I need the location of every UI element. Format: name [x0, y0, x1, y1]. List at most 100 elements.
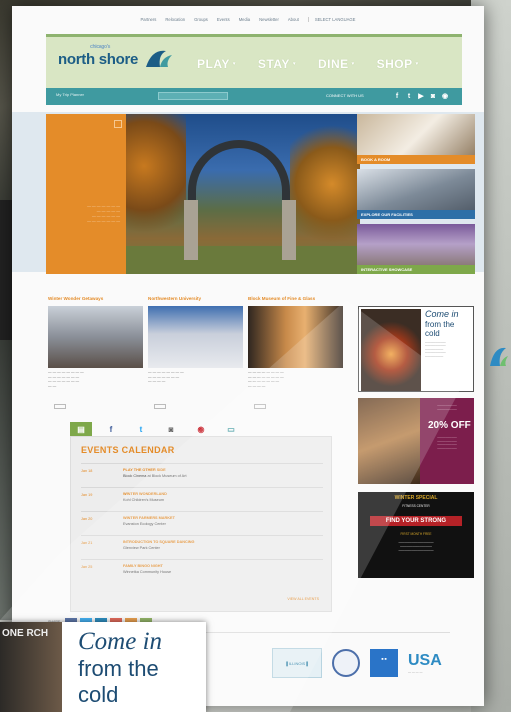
youtube-icon[interactable]: ▶	[416, 91, 426, 101]
more-button-2[interactable]	[154, 404, 166, 409]
chicago-partner-logo[interactable]: ■ ■	[370, 649, 398, 677]
event-name: WINTER FARMERS MARKET	[123, 516, 175, 520]
nav-play-label: PLAY	[197, 57, 230, 71]
ad-hotel-discount[interactable]: ——————— ——————— 20% OFF ——————— ——————— ———…	[358, 398, 474, 484]
event-row[interactable]: Jan 19 WINTER WONDERLAND Kohl Children's…	[81, 487, 323, 509]
event-row[interactable]: Jan 25 FAMILY BINGO NIGHT Winnetka Commu…	[81, 559, 323, 581]
card-facilities-label: EXPLORE OUR FACILITIES	[357, 210, 475, 219]
language-select[interactable]: SELECT LANGUAGE	[307, 16, 355, 22]
view-all-events-link[interactable]: VIEW ALL EVENTS	[287, 597, 319, 601]
hero-caption: — — — — — — — — — — — — — — — — — — — — — —…	[87, 204, 120, 223]
event-name: INTRODUCTION TO SQUARE DANCING	[123, 540, 195, 544]
event-date: Jan 21	[81, 541, 93, 545]
ad1-body: ———————— ———————— ——————— ———————— ———————	[425, 341, 446, 358]
utility-bar: My Trip Planner CONNECT WITH US f t ▶ ◙ …	[46, 88, 462, 105]
wave-logo-icon	[146, 50, 172, 67]
card-book-room[interactable]: BOOK A ROOM	[357, 114, 475, 164]
events-calendar: EVENTS CALENDAR Jan 18 PLAY THE OTHER SI…	[70, 436, 332, 612]
nav-shop-label: SHOP	[376, 57, 413, 71]
feature-image-2[interactable]	[148, 306, 243, 368]
pinterest-icon[interactable]: ◉	[440, 91, 450, 101]
usa-logo-sub: — — — —	[408, 670, 423, 674]
events-title: EVENTS CALENDAR	[81, 445, 175, 455]
twitter-icon[interactable]: t	[404, 91, 414, 101]
search-input[interactable]	[158, 92, 228, 100]
topnav-item-relocation[interactable]: Relocation	[165, 17, 185, 22]
tab-chat[interactable]: ▭	[220, 422, 242, 436]
illinois-logo[interactable]: ▐ ILLINOIS ▌	[272, 648, 322, 678]
event-date: Jan 18	[81, 469, 93, 473]
website-page: Partners Relocation Groups Events Media …	[12, 6, 484, 706]
feature-title-1[interactable]: Winter Wonder Getaways	[48, 296, 103, 301]
ad2-discount: 20% OFF	[428, 420, 471, 431]
tab-facebook[interactable]: f	[100, 422, 122, 436]
tab-pinterest[interactable]: ◉	[190, 422, 212, 436]
tab-instagram[interactable]: ◙	[160, 422, 182, 436]
card-showcase-label: INTERACTIVE SHOWCASE	[357, 265, 475, 274]
hero-caption-panel: — — — — — — — — — — — — — — — — — — — — — —…	[46, 114, 126, 274]
usa-logo[interactable]: USA — — — —	[408, 652, 442, 674]
topnav-item-media[interactable]: Media	[239, 17, 250, 22]
more-button-1[interactable]	[54, 404, 66, 409]
card-showcase[interactable]: INTERACTIVE SHOWCASE	[357, 224, 475, 274]
event-row[interactable]: Jan 18 PLAY THE OTHER SIDE Block Cinema …	[81, 463, 323, 485]
hotel-room-image	[358, 398, 420, 484]
ad3-body: ——————————— —————————— ———————————	[398, 540, 434, 552]
event-date: Jan 19	[81, 493, 93, 497]
tab-calendar[interactable]: ▤	[70, 422, 92, 436]
hero-image[interactable]	[126, 114, 360, 274]
zoom-dark-panel: ONE RCH	[0, 622, 62, 712]
hero-ground	[126, 246, 360, 274]
facebook-icon[interactable]: f	[392, 91, 402, 101]
facebook-icon: f	[109, 424, 113, 434]
header-banner: chicago's north shore PLAY ▾ STAY ▾ DINE ▾ …	[46, 34, 462, 94]
nav-stay[interactable]: STAY ▾	[247, 57, 307, 71]
side-wave-logo-icon	[490, 347, 508, 366]
twitter-icon: t	[139, 424, 143, 434]
ad3-subtitle: FITNESS CENTER	[402, 504, 430, 508]
main-nav: PLAY ▾ STAY ▾ DINE ▾ SHOP ▾	[186, 57, 430, 71]
topnav-item-groups[interactable]: Groups	[194, 17, 208, 22]
connect-label: CONNECT WITH US	[326, 93, 364, 98]
nav-dine[interactable]: DINE ▾	[307, 57, 366, 71]
tab-twitter[interactable]: t	[130, 422, 152, 436]
topnav-item-partners[interactable]: Partners	[141, 17, 157, 22]
ad-come-in-from-cold[interactable]: Come in from the cold ———————— ———————— ——…	[358, 306, 474, 392]
zoom-line-3: cold	[78, 682, 119, 707]
ad1-line-2: from the	[425, 320, 455, 329]
event-place: Evanston Ecology Center	[123, 522, 166, 526]
more-button-3[interactable]	[254, 404, 266, 409]
feature-title-2[interactable]: Northwestern University	[148, 296, 201, 301]
chat-icon: ▭	[227, 424, 235, 434]
logo-name: north shore	[58, 51, 139, 68]
event-row[interactable]: Jan 20 WINTER FARMERS MARKET Evanston Ec…	[81, 511, 323, 533]
nav-dine-label: DINE	[317, 57, 349, 71]
card-book-room-label: BOOK A ROOM	[357, 155, 475, 164]
ad3-headline: WINTER SPECIAL	[394, 495, 438, 501]
feature-image-3[interactable]	[248, 306, 343, 368]
expand-icon[interactable]	[114, 120, 122, 128]
instagram-icon[interactable]: ◙	[428, 91, 438, 101]
ad-fitness-center[interactable]: WINTER SPECIAL FITNESS CENTER FIND YOUR …	[358, 492, 474, 578]
feature-title-3[interactable]: Block Museum of Fine & Glass	[248, 296, 315, 301]
state-seal-icon[interactable]	[332, 649, 360, 677]
nav-play[interactable]: PLAY ▾	[186, 57, 247, 71]
event-place: Winnetka Community House	[123, 570, 172, 574]
event-row[interactable]: Jan 21 INTRODUCTION TO SQUARE DANCING Gl…	[81, 535, 323, 557]
fireplace-image	[361, 309, 421, 391]
topnav-item-newsletter[interactable]: Newsletter	[259, 17, 279, 22]
ad2-top-text: ——————— ———————	[437, 403, 457, 411]
site-logo[interactable]: chicago's north shore	[58, 44, 139, 68]
topnav-item-events[interactable]: Events	[217, 17, 230, 22]
trip-planner-link[interactable]: My Trip Planner	[56, 92, 84, 97]
feature-image-1[interactable]	[48, 306, 143, 368]
top-utility-nav: Partners Relocation Groups Events Media …	[12, 6, 484, 32]
ad1-headline: Come in	[425, 309, 459, 319]
nav-shop[interactable]: SHOP ▾	[366, 57, 430, 71]
side-feature-cards: BOOK A ROOM EXPLORE OUR FACILITIES INTER…	[357, 114, 475, 279]
topnav-item-about[interactable]: About	[288, 17, 299, 22]
ad1-line-3: cold	[425, 329, 440, 338]
event-name: PLAY THE OTHER SIDE	[123, 468, 166, 472]
event-place: Glenview Park Center	[123, 546, 160, 550]
card-facilities[interactable]: EXPLORE OUR FACILITIES	[357, 169, 475, 219]
